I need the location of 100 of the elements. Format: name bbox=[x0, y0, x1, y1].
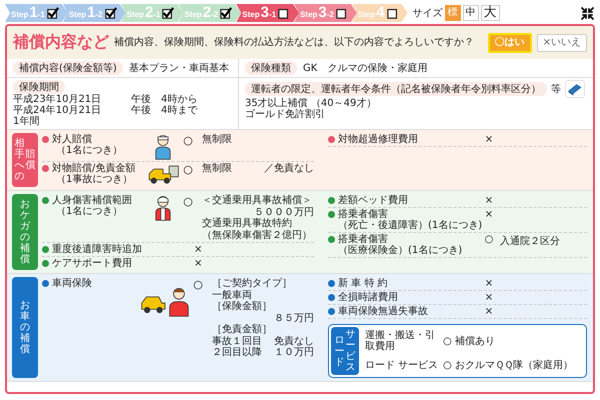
coverage-mark: × bbox=[484, 134, 494, 145]
bullet-icon bbox=[328, 197, 335, 204]
coverage-value: 無制限 bbox=[202, 134, 232, 146]
coverage-value: ２回目以降 bbox=[212, 347, 262, 358]
coverage-name: 全損時諸費用 bbox=[338, 292, 398, 303]
coverage-amount: 免責なし bbox=[274, 336, 314, 347]
date-text: 1年間 bbox=[13, 116, 40, 127]
bullet-icon bbox=[328, 136, 335, 143]
coverage-note: （1名につき） bbox=[55, 145, 122, 156]
coverage-note: （死亡・後遺障害）(1名につき) bbox=[338, 220, 482, 231]
coverage-name: 差額ベッド費用 bbox=[338, 195, 408, 206]
coverage-name: 対物賠償/免責金額 bbox=[52, 163, 136, 174]
font-size-button[interactable]: 中 bbox=[462, 5, 479, 21]
bullet-icon bbox=[42, 246, 49, 253]
coverage-value: 一般車両 bbox=[212, 290, 252, 301]
coverage-amount: ／免責なし bbox=[264, 163, 314, 174]
coverage-mark: × bbox=[484, 195, 494, 206]
service-name: ロード サービス bbox=[365, 360, 440, 370]
coverage-name: 新 車 特 約 bbox=[338, 278, 388, 289]
coverage-value: 事故１回目 bbox=[212, 336, 262, 346]
coverage-value: 無制限 bbox=[202, 163, 232, 174]
date-text: 平成24年10月21日 bbox=[13, 105, 102, 116]
answer-button[interactable]: 〇はい bbox=[488, 32, 532, 52]
font-size-button[interactable]: 大 bbox=[480, 5, 500, 21]
car-and-figure-icon bbox=[140, 286, 190, 317]
step-tab[interactable]: Step 1-1 bbox=[5, 4, 68, 22]
coverage-mark: ○ bbox=[192, 278, 204, 291]
checkbox-icon bbox=[386, 7, 399, 19]
step-tab[interactable]: Step2-1 bbox=[120, 4, 184, 22]
field-value: GK クルマの保険・家庭用 bbox=[303, 62, 428, 75]
checkbox-icon bbox=[46, 7, 59, 19]
coverage-value: 入通院２区分 bbox=[500, 234, 560, 248]
loader-truck-icon bbox=[146, 163, 180, 186]
coverage-mark: × bbox=[484, 292, 494, 303]
field-label: 運転者の限定、運転者年令条件（記名被保険者年令別料率区分） bbox=[245, 82, 547, 96]
coverage-note: （1名につき） bbox=[55, 206, 124, 217]
driver-condition: ゴールド免許割引 bbox=[245, 109, 325, 120]
service-value: ○ おクルマＱＱ隊（家庭用） bbox=[443, 358, 573, 372]
field-label: 補償内容(保険金額等) bbox=[13, 61, 123, 75]
coverage-value: ＜交通乗用具事故補償＞ bbox=[202, 195, 312, 206]
step-tab[interactable]: Step2-2 bbox=[178, 4, 242, 22]
time-text: 午後 4時まで bbox=[131, 105, 198, 116]
coverage-name: ケアサポート費用 bbox=[52, 258, 132, 269]
coverage-name: 人身傷害補償範囲 bbox=[52, 195, 132, 206]
coverage-value: 交通乗用具事故特約 bbox=[202, 218, 292, 230]
font-size-button[interactable]: 標 bbox=[444, 5, 461, 21]
coverage-value: （無保険車傷害２億円） bbox=[202, 230, 312, 241]
bullet-icon bbox=[42, 197, 49, 204]
checkbox-icon bbox=[336, 7, 348, 19]
coverage-mark: ○ bbox=[182, 195, 194, 208]
size-label: サイズ bbox=[412, 7, 443, 20]
field-value: 基本プラン・車両基本 bbox=[128, 62, 229, 75]
coverage-name: 搭乗者傷害 bbox=[338, 209, 388, 220]
service-name: 運搬・搬送・引取費用 bbox=[365, 330, 436, 352]
coverage-note: （1事故につき） bbox=[55, 174, 134, 185]
coverage-amount: １０万円 bbox=[274, 347, 314, 358]
section-label: お車の補償 bbox=[12, 277, 38, 378]
field-label: 保険期間 bbox=[13, 80, 65, 94]
date-text: 平成23年10月21日 bbox=[13, 94, 102, 105]
section-label: 相手への 賠償 bbox=[12, 133, 38, 187]
answer-button[interactable]: ×いいえ bbox=[536, 34, 587, 52]
field-label: 保険種類 bbox=[245, 61, 297, 75]
checkbox-icon bbox=[220, 7, 232, 19]
bullet-icon bbox=[328, 236, 335, 243]
book-icon[interactable] bbox=[565, 80, 585, 98]
bullet-icon bbox=[328, 308, 335, 315]
step-tab[interactable]: Step 1-2 bbox=[62, 4, 126, 22]
bullet-icon bbox=[328, 294, 335, 301]
coverage-value: ［免責金額］ bbox=[212, 324, 272, 336]
coverage-name: 重度後遺障害時追加 bbox=[52, 244, 142, 255]
coverage-name: 対人賠償 bbox=[52, 134, 93, 145]
shrink-icon[interactable] bbox=[580, 6, 595, 20]
checkbox-icon bbox=[162, 7, 174, 19]
page-title: 補償内容など bbox=[13, 32, 109, 53]
coverage-mark: ○ bbox=[484, 234, 494, 245]
question-text: 補償内容、保険期間、保険料の払込方法などは、以下の内容でよろしいですか？ bbox=[114, 36, 475, 48]
bullet-icon bbox=[42, 280, 49, 287]
coverage-note: （医療保険金）(1名につき) bbox=[338, 245, 462, 256]
coverage-mark: × bbox=[194, 244, 202, 255]
time-text: 午後 4時から bbox=[131, 94, 198, 105]
service-value: ○ 補償あり bbox=[443, 334, 495, 348]
coverage-mark: ○ bbox=[182, 134, 194, 147]
coverage-mark: × bbox=[484, 209, 494, 220]
driver-condition: 35才以上補償 （40～49才） bbox=[245, 98, 376, 109]
step-tab[interactable]: Step4 bbox=[352, 4, 408, 22]
coverage-mark: × bbox=[484, 278, 494, 289]
step-tab[interactable]: Step3-1 bbox=[236, 4, 300, 22]
coverage-name: 車両保険 bbox=[52, 278, 92, 289]
coverage-value: ［保険金額］ bbox=[212, 301, 272, 312]
checkbox-icon bbox=[104, 7, 117, 19]
bullet-icon bbox=[42, 136, 49, 143]
bullet-icon bbox=[328, 211, 335, 218]
coverage-mark: × bbox=[194, 258, 202, 269]
coverage-amount: ５０００万円 bbox=[254, 206, 314, 218]
coverage-amount: ８５万円 bbox=[274, 312, 314, 324]
step-tab[interactable]: Step3-2 bbox=[294, 4, 357, 22]
checkbox-icon bbox=[278, 7, 290, 19]
coverage-value: ［ご契約タイプ］ bbox=[212, 278, 292, 290]
coverage-mark: × bbox=[484, 306, 494, 317]
coverage-mark: ○ bbox=[182, 163, 194, 176]
